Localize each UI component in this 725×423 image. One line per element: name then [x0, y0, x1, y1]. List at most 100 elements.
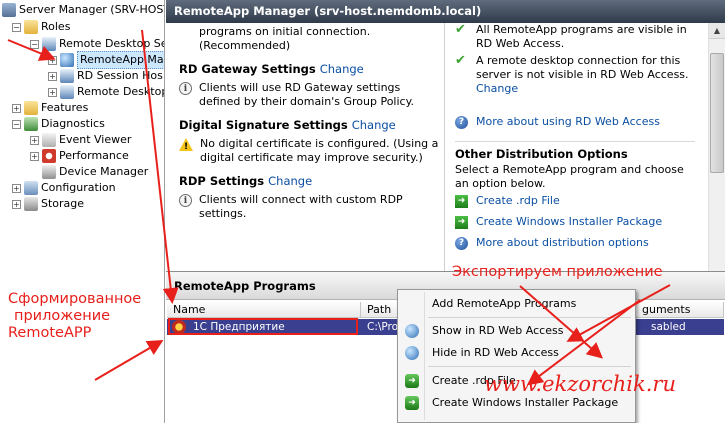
globe-icon: [405, 324, 419, 338]
tree-item-configuration[interactable]: + Configuration: [12, 180, 116, 196]
gateway-change-link[interactable]: Change: [320, 62, 364, 76]
menu-item-label: Add RemoteApp Programs: [432, 297, 577, 310]
tree-item-label: Remote Desktop Se: [59, 37, 165, 50]
create-rdp-link[interactable]: Create .rdp File: [476, 194, 560, 208]
rdp-note-text: Clients will connect with custom RDP set…: [199, 193, 403, 220]
spacer: [30, 167, 39, 177]
expand-icon[interactable]: +: [30, 135, 39, 145]
tree-item-label: Performance: [59, 149, 129, 162]
tree-root-label: Server Manager (SRV-HOST: [19, 3, 165, 16]
signature-note-text: No digital certificate is configured. (U…: [200, 137, 439, 164]
tree-item-remoteapp-manager[interactable]: + RemoteApp Ma: [48, 51, 164, 69]
server-manager-icon: [2, 3, 16, 17]
annotation-watermark: www.ekzorchik.ru: [484, 372, 676, 396]
roles-icon: [24, 20, 38, 34]
event-viewer-icon: [42, 133, 56, 147]
rdp-change-link[interactable]: Change: [268, 174, 312, 188]
annotation-line: Сформированное: [8, 291, 142, 307]
tree-item-rd-session-host[interactable]: + RD Session Hos: [48, 68, 163, 84]
more-web-access-link[interactable]: More about using RD Web Access: [476, 115, 660, 129]
remote-desktop-note-text: A remote desktop connection for this ser…: [476, 54, 700, 96]
remote-change-link[interactable]: Change: [476, 82, 518, 95]
rdp-title-text: RDP Settings: [179, 174, 265, 188]
tree-item-label: RD Session Hos: [77, 69, 163, 82]
help-icon: ?: [455, 237, 468, 250]
tree-item-performance[interactable]: + Performance: [30, 148, 129, 164]
expand-icon[interactable]: +: [12, 199, 21, 209]
column-path[interactable]: Path: [361, 302, 401, 318]
menu-separator: [428, 317, 631, 318]
features-icon: [24, 101, 38, 115]
signature-change-link[interactable]: Change: [352, 118, 396, 132]
signature-settings-title: Digital Signature Settings Change: [179, 118, 396, 132]
scroll-thumb[interactable]: [710, 53, 724, 173]
menu-item-label: Create Windows Installer Package: [432, 396, 619, 409]
annotation-export: Экспортируем приложение: [452, 264, 663, 280]
menu-item-show-web[interactable]: Show in RD Web Access: [400, 320, 633, 342]
scroll-up-icon[interactable]: ▲: [709, 23, 725, 39]
tree-item-device-manager[interactable]: Device Manager: [30, 164, 148, 180]
annotation-left: Сформированное приложение RemoteAPP: [8, 291, 141, 342]
menu-item-add-programs[interactable]: Add RemoteApp Programs: [400, 293, 633, 315]
tree-item-remote-desktop[interactable]: − Remote Desktop Se: [30, 36, 165, 52]
more-web-access[interactable]: ? More about using RD Web Access: [455, 115, 660, 129]
expand-icon[interactable]: +: [48, 87, 57, 97]
session-host-icon: [60, 69, 74, 83]
signature-note: ! No digital certificate is configured. …: [179, 137, 439, 165]
distribution-pane: ✔ All RemoteApp programs are visible in …: [445, 23, 708, 271]
info-icon: i: [179, 194, 192, 207]
tree-item-label: RemoteApp Ma: [77, 51, 164, 69]
expand-icon[interactable]: +: [48, 71, 57, 81]
arrow-right-icon: ➜: [455, 216, 468, 229]
remote-desktops-icon: [60, 85, 74, 99]
more-distribution-link[interactable]: More about distribution options: [476, 236, 649, 250]
context-menu: Add RemoteApp Programs Show in RD Web Ac…: [397, 289, 636, 423]
column-name[interactable]: Name: [167, 302, 361, 318]
tree-item-label: Features: [41, 101, 89, 114]
configuration-icon: [24, 181, 38, 195]
expand-icon[interactable]: +: [12, 103, 21, 113]
collapse-icon[interactable]: −: [12, 22, 21, 32]
info-icon: i: [179, 82, 192, 95]
tree-item-event-viewer[interactable]: + Event Viewer: [30, 132, 131, 148]
collapse-icon[interactable]: −: [12, 119, 21, 129]
collapse-icon[interactable]: −: [30, 39, 39, 49]
tree-item-label: Storage: [41, 197, 85, 210]
expand-icon[interactable]: +: [12, 183, 21, 193]
tree-item-storage[interactable]: + Storage: [12, 196, 84, 212]
navigation-tree: Server Manager (SRV-HOST − Roles − Remot…: [0, 0, 165, 423]
remote-desktop-icon: [42, 37, 56, 51]
divider: [455, 141, 695, 142]
other-options-desc: Select a RemoteApp program and choose an…: [455, 163, 684, 190]
storage-icon: [24, 197, 38, 211]
other-options-title: Other Distribution Options: [455, 147, 628, 161]
more-distribution[interactable]: ? More about distribution options: [455, 236, 649, 250]
signature-title-text: Digital Signature Settings: [179, 118, 348, 132]
create-msi-action[interactable]: ➜ Create Windows Installer Package: [455, 215, 662, 229]
tree-item-diagnostics[interactable]: − Diagnostics: [12, 116, 105, 132]
expand-icon[interactable]: +: [30, 151, 39, 161]
menu-item-hide-web[interactable]: Hide in RD Web Access: [400, 342, 633, 364]
remote-note-text: A remote desktop connection for this ser…: [476, 54, 689, 81]
row-status: sabled: [651, 321, 686, 333]
tree-item-features[interactable]: + Features: [12, 100, 88, 116]
tree-item-remote-desktops[interactable]: + Remote Desktop: [48, 84, 164, 100]
expand-icon[interactable]: +: [48, 55, 57, 65]
globe-icon: [405, 346, 419, 360]
menu-separator: [428, 366, 631, 367]
device-manager-icon: [42, 165, 56, 179]
create-msi-link[interactable]: Create Windows Installer Package: [476, 215, 662, 229]
visibility-note-text: All RemoteApp programs are visible in RD…: [476, 23, 687, 50]
remote-desktop-note: ✔ A remote desktop connection for this s…: [455, 54, 700, 96]
create-rdp-action[interactable]: ➜ Create .rdp File: [455, 194, 560, 208]
highlight-box: [168, 318, 358, 335]
help-icon: ?: [455, 116, 468, 129]
tree-item-label: Event Viewer: [59, 133, 132, 146]
arrow-right-icon: ➜: [405, 374, 419, 388]
row-path: C:\Pro: [367, 321, 399, 333]
column-arguments[interactable]: guments: [636, 302, 724, 318]
performance-icon: [42, 149, 56, 163]
tree-root[interactable]: Server Manager (SRV-HOST: [2, 2, 165, 18]
vertical-scrollbar[interactable]: ▲: [708, 23, 725, 271]
tree-item-roles[interactable]: − Roles: [12, 19, 70, 35]
